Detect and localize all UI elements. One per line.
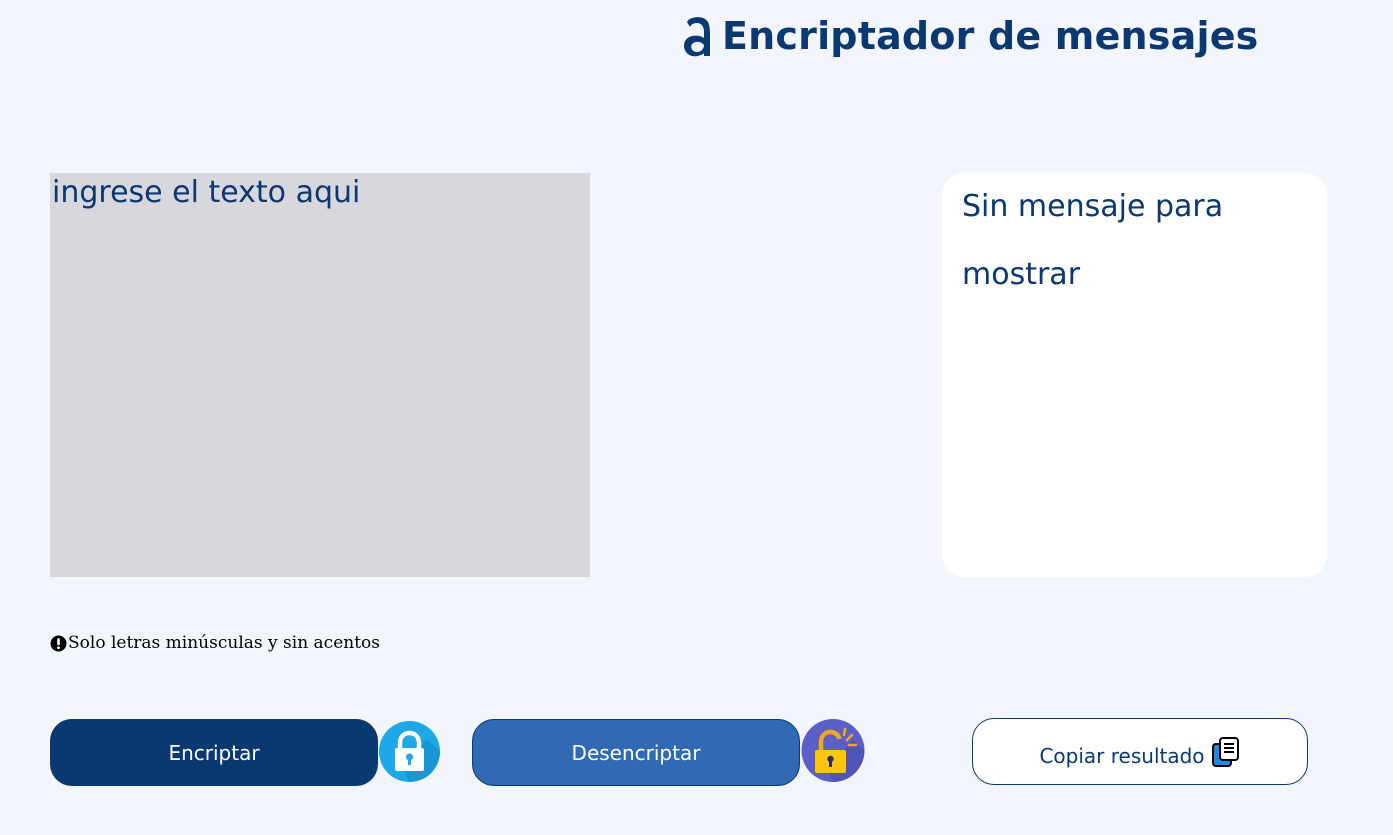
encrypt-button-label: Encriptar xyxy=(168,740,260,765)
copy-result-button[interactable]: Copiar resultado xyxy=(972,718,1308,785)
alura-logo-icon xyxy=(684,17,710,57)
output-panel: Sin mensaje para mostrar xyxy=(942,173,1327,577)
exclamation-circle-icon xyxy=(50,635,67,651)
decrypt-button[interactable]: Desencriptar xyxy=(472,719,800,786)
hint-text: Solo letras minúsculas y sin acentos xyxy=(68,633,381,653)
copy-button-label: Copiar resultado xyxy=(1039,743,1205,768)
lock-open-icon[interactable] xyxy=(801,718,865,783)
encrypt-button[interactable]: Encriptar xyxy=(50,719,378,786)
output-message: Sin mensaje para mostrar xyxy=(962,189,1224,292)
copy-icon xyxy=(1211,736,1239,767)
message-input[interactable] xyxy=(50,173,590,577)
page-title: Encriptador de mensajes xyxy=(722,14,1259,58)
app-header: Encriptador de mensajes xyxy=(682,6,1259,66)
input-hint: Solo letras minúsculas y sin acentos xyxy=(50,633,380,653)
lock-closed-icon[interactable] xyxy=(379,721,440,782)
decrypt-button-label: Desencriptar xyxy=(571,740,701,765)
